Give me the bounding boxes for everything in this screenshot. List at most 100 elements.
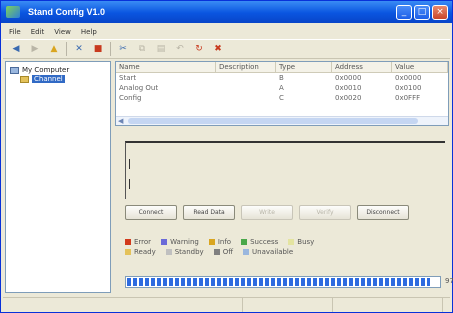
status-legend: Error Warning Info Success Busy Ready St… bbox=[125, 237, 445, 257]
toolbar-separator bbox=[66, 42, 67, 56]
application-window: Stand Config V1.0 _ □ × File Edit View H… bbox=[0, 0, 453, 313]
back-icon[interactable]: ◀ bbox=[9, 42, 23, 56]
horizontal-scrollbar[interactable]: ◀ bbox=[116, 116, 448, 125]
action-buttons: Connect Read Data Write Verify Disconnec… bbox=[125, 205, 409, 220]
cell: 0x0100 bbox=[395, 84, 422, 92]
unavailable-swatch-icon bbox=[243, 249, 250, 255]
progress-fill bbox=[127, 278, 430, 286]
menu-help[interactable]: Help bbox=[81, 28, 97, 36]
cell: A bbox=[279, 84, 284, 92]
cell: 0x0010 bbox=[335, 84, 362, 92]
legend-item: Ready bbox=[125, 247, 156, 257]
status-pane bbox=[243, 298, 333, 312]
cell: 0x0000 bbox=[395, 74, 422, 82]
legend-label: Standby bbox=[174, 248, 204, 256]
menu-bar: File Edit View Help bbox=[3, 25, 97, 39]
tree-item-channel[interactable]: Channel bbox=[20, 75, 65, 83]
undo-icon[interactable]: ↶ bbox=[173, 42, 187, 56]
title-bar[interactable]: Stand Config V1.0 _ □ × bbox=[1, 1, 452, 23]
column-header-description[interactable]: Description bbox=[216, 62, 276, 72]
read-data-button[interactable]: Read Data bbox=[183, 205, 235, 220]
legend-label: Unavailable bbox=[252, 248, 294, 256]
cell: 0x0000 bbox=[335, 74, 362, 82]
legend-item: Unavailable bbox=[243, 247, 293, 257]
legend-label: Error bbox=[134, 238, 152, 246]
legend-label: Busy bbox=[297, 238, 315, 246]
legend-row: Ready Standby Off Unavailable bbox=[125, 247, 445, 257]
status-pane bbox=[333, 298, 443, 312]
disconnect-button[interactable]: Disconnect bbox=[357, 205, 409, 220]
success-swatch-icon bbox=[241, 239, 248, 245]
status-pane bbox=[3, 298, 243, 312]
progress-bar bbox=[125, 276, 441, 288]
cell: C bbox=[279, 94, 284, 102]
legend-label: Warning bbox=[170, 238, 199, 246]
menu-edit[interactable]: Edit bbox=[31, 28, 45, 36]
folder-icon bbox=[20, 75, 29, 83]
legend-item: Info bbox=[208, 237, 232, 247]
cell: Config bbox=[119, 94, 142, 102]
folder-up-icon[interactable]: ▲ bbox=[47, 42, 61, 56]
connect-button[interactable]: Connect bbox=[125, 205, 177, 220]
window-controls: _ □ × bbox=[396, 4, 448, 20]
status-bar bbox=[3, 297, 450, 312]
column-header-name[interactable]: Name bbox=[116, 62, 216, 72]
legend-item: Success bbox=[241, 237, 278, 247]
verify-button[interactable]: Verify bbox=[299, 205, 351, 220]
text-cursor bbox=[129, 179, 130, 189]
window-title: Stand Config V1.0 bbox=[28, 7, 106, 17]
warning-swatch-icon bbox=[208, 239, 215, 245]
legend-label: Success bbox=[250, 238, 279, 246]
tree-root-label: My Computer bbox=[22, 66, 70, 74]
cell: 0x0FFF bbox=[395, 94, 421, 102]
properties-icon[interactable]: ■ bbox=[91, 42, 105, 56]
cell: 0x0020 bbox=[335, 94, 362, 102]
forward-icon[interactable]: ▶ bbox=[28, 42, 42, 56]
scrollbar-thumb[interactable] bbox=[128, 118, 418, 124]
column-header-address[interactable]: Address bbox=[332, 62, 392, 72]
close-button[interactable]: × bbox=[432, 4, 448, 20]
list-row[interactable]: Config C 0x0020 0x0FFF bbox=[116, 93, 448, 103]
cell bbox=[216, 73, 276, 83]
cell: Start bbox=[119, 74, 137, 82]
app-icon bbox=[6, 6, 20, 18]
error-swatch-icon bbox=[125, 239, 131, 245]
menu-view[interactable]: View bbox=[54, 28, 71, 36]
legend-label: Off bbox=[222, 248, 234, 256]
busy-swatch-icon bbox=[288, 239, 295, 245]
legend-item: Warning bbox=[161, 237, 199, 247]
legend-label: Info bbox=[217, 238, 232, 246]
copy-icon[interactable]: ⧉ bbox=[135, 42, 149, 56]
toolbar-separator bbox=[110, 42, 111, 56]
delete-icon[interactable]: ✕ bbox=[72, 42, 86, 56]
refresh-icon[interactable]: ↻ bbox=[192, 42, 206, 56]
minimize-button[interactable]: _ bbox=[396, 4, 412, 20]
cell: Analog Out bbox=[119, 84, 159, 92]
scroll-left-icon[interactable]: ◀ bbox=[118, 117, 123, 125]
legend-item: Off bbox=[213, 247, 234, 257]
main-panel: Name Description Type Address Value Star… bbox=[115, 61, 453, 293]
ready-swatch-icon bbox=[125, 249, 131, 255]
paste-icon[interactable]: ▤ bbox=[154, 42, 168, 56]
tree-item-label: Channel bbox=[32, 75, 65, 83]
list-row[interactable]: Start B 0x0000 0x0000 bbox=[116, 73, 448, 83]
list-header: Name Description Type Address Value bbox=[116, 62, 448, 73]
column-header-type[interactable]: Type bbox=[276, 62, 332, 72]
column-header-value[interactable]: Value bbox=[392, 62, 448, 72]
maximize-button[interactable]: □ bbox=[414, 4, 430, 20]
legend-item: Busy bbox=[288, 237, 314, 247]
info-swatch-icon bbox=[161, 239, 168, 245]
output-text-area[interactable] bbox=[125, 141, 445, 199]
close-icon[interactable]: ✖ bbox=[211, 42, 225, 56]
toolbar: ◀ ▶ ▲ ✕ ■ ✂ ⧉ ▤ ↶ ↻ ✖ bbox=[3, 39, 450, 59]
standby-swatch-icon bbox=[165, 249, 172, 255]
legend-item: Error bbox=[125, 237, 151, 247]
cut-icon[interactable]: ✂ bbox=[116, 42, 130, 56]
off-swatch-icon bbox=[213, 249, 220, 255]
list-view: Name Description Type Address Value Star… bbox=[115, 61, 449, 126]
list-row[interactable]: Analog Out A 0x0010 0x0100 bbox=[116, 83, 448, 93]
cell: B bbox=[279, 74, 284, 82]
write-button[interactable]: Write bbox=[241, 205, 293, 220]
menu-file[interactable]: File bbox=[9, 28, 21, 36]
tree-root[interactable]: My Computer bbox=[10, 66, 69, 74]
